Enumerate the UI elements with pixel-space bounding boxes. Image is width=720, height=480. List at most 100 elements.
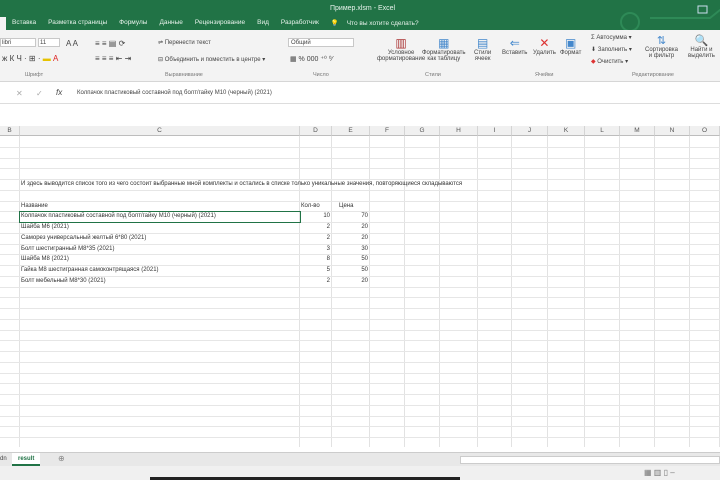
column-header-C[interactable]: C — [20, 126, 300, 136]
header-qty[interactable]: Кол-во — [301, 201, 320, 211]
item-qty-cell[interactable]: 3 — [300, 244, 330, 254]
sheet-tab-prev[interactable]: dn — [0, 456, 7, 462]
column-header-O[interactable]: O — [690, 126, 720, 136]
gridline — [0, 318, 720, 320]
gridline — [0, 372, 720, 374]
font-grow-icon[interactable]: A A — [66, 39, 78, 48]
column-header-B[interactable]: B — [0, 126, 20, 136]
gridline — [0, 297, 720, 299]
note-cell[interactable]: И здесь выводится список того из чего со… — [21, 179, 462, 189]
item-price-cell[interactable]: 70 — [332, 211, 368, 221]
column-header-L[interactable]: L — [585, 126, 620, 136]
column-header-K[interactable]: K — [548, 126, 585, 136]
gridline — [477, 136, 478, 447]
item-price-cell[interactable]: 30 — [332, 244, 368, 254]
gridline — [0, 146, 720, 148]
item-qty-cell[interactable]: 10 — [300, 211, 330, 221]
tab-insert[interactable]: Вставка — [6, 17, 42, 30]
item-price-cell[interactable]: 20 — [332, 276, 368, 286]
gridline — [689, 136, 690, 447]
tab-data[interactable]: Данные — [153, 17, 188, 30]
item-name-cell[interactable]: Шайба М8 (2021) — [21, 254, 69, 264]
header-price[interactable]: Цена — [339, 201, 353, 211]
merge-center-button[interactable]: ⊟ Объединить и поместить в центре ▾ — [158, 56, 265, 63]
group-styles-label: Стили — [425, 72, 441, 78]
cell-styles-button[interactable]: ▤ Стили ячеек — [474, 36, 491, 62]
font-name-select[interactable]: libri — [0, 38, 36, 47]
sort-filter-button[interactable]: ⇅ Сортировка и фильтр — [645, 34, 678, 59]
cancel-icon[interactable]: ✕ — [16, 89, 23, 98]
column-header-H[interactable]: H — [440, 126, 478, 136]
insert-cells-button[interactable]: ⇐ Вставить — [502, 36, 527, 56]
item-qty-cell[interactable]: 8 — [300, 254, 330, 264]
align-left-icons[interactable]: ≡ ≡ ≡ ⇤ ⇥ — [95, 54, 131, 63]
font-size-select[interactable]: 11 — [38, 38, 60, 47]
item-price-cell[interactable]: 50 — [332, 265, 368, 275]
wrap-text-button[interactable]: ⇌ Перенести текст — [158, 39, 211, 46]
gridline — [0, 404, 720, 406]
item-qty-cell[interactable]: 2 — [300, 233, 330, 243]
item-qty-cell[interactable]: 5 — [300, 265, 330, 275]
bold-italic-underline-icons[interactable]: ж К Ч · ⊞ · ▬ A — [2, 54, 58, 63]
spreadsheet-grid[interactable]: BCDEFGHIJKLMNO И здесь выводится список т… — [0, 126, 720, 447]
column-header-G[interactable]: G — [405, 126, 440, 136]
conditional-format-button[interactable]: ▥ Условное форматирование — [377, 36, 425, 62]
tab-page-layout[interactable]: Разметка страницы — [42, 17, 113, 30]
column-header-D[interactable]: D — [300, 126, 332, 136]
gridline — [0, 415, 720, 417]
column-header-F[interactable]: F — [370, 126, 405, 136]
gridline — [0, 168, 720, 170]
enter-icon[interactable]: ✓ — [36, 89, 43, 98]
gridline — [0, 286, 720, 288]
column-header-E[interactable]: E — [332, 126, 370, 136]
align-top-icons[interactable]: ≡ ≡ ▤ ⟳ — [95, 39, 125, 48]
window-title: Пример.xlsm - Excel — [330, 5, 396, 12]
item-price-cell[interactable]: 20 — [332, 222, 368, 232]
ribbon: libri 11 A A ж К Ч · ⊞ · ▬ A Шрифт ≡ ≡ ▤… — [0, 30, 720, 82]
item-price-cell[interactable]: 20 — [332, 233, 368, 243]
item-name-cell[interactable]: Гайка М8 шестигранная самоконтрящаяся (2… — [21, 265, 159, 275]
header-name[interactable]: Название — [21, 201, 48, 211]
group-number-label: Число — [313, 72, 329, 78]
format-as-table-button[interactable]: ▦ Форматировать как таблицу — [422, 36, 466, 62]
tab-formulas[interactable]: Формулы — [113, 17, 153, 30]
gridline — [0, 351, 720, 352]
tell-me-text: Что вы хотите сделать? — [346, 20, 419, 27]
item-price-cell[interactable]: 50 — [332, 254, 368, 264]
gridline — [19, 136, 20, 447]
gridline — [0, 437, 720, 438]
tab-view[interactable]: Вид — [251, 17, 275, 30]
item-qty-cell[interactable]: 2 — [300, 276, 330, 286]
format-cells-button[interactable]: ▣ Формат — [560, 36, 581, 56]
gridline — [0, 426, 720, 428]
group-cells-label: Ячейки — [535, 72, 554, 78]
item-name-cell[interactable]: Шайба М6 (2021) — [21, 222, 69, 232]
percent-icons[interactable]: ▦ % 000 ⁺⁰ ⁰⁄ — [290, 55, 333, 63]
sheet-tab-result[interactable]: result — [12, 453, 41, 466]
column-header-M[interactable]: M — [620, 126, 655, 136]
tell-me-search[interactable]: 💡 Что вы хотите сделать? — [325, 17, 431, 30]
tab-review[interactable]: Рецензирование — [189, 17, 251, 30]
view-mode-icons[interactable]: ▦ ▥ ▯ – — [644, 468, 675, 477]
column-header-I[interactable]: I — [478, 126, 512, 136]
item-qty-cell[interactable]: 2 — [300, 222, 330, 232]
delete-cells-button[interactable]: ✕ Удалить — [533, 36, 556, 56]
column-header-J[interactable]: J — [512, 126, 548, 136]
gridline — [0, 340, 720, 342]
tab-developer[interactable]: Разработчик — [275, 17, 325, 30]
column-header-N[interactable]: N — [655, 126, 690, 136]
add-sheet-icon[interactable]: ⊕ — [58, 454, 65, 463]
formula-input[interactable]: Колпачок пластиковый составной под болт/… — [77, 90, 272, 96]
number-format-select[interactable]: Общий — [288, 38, 354, 47]
autosum-button[interactable]: Σ Автосумма ▾ — [591, 34, 632, 41]
horizontal-scrollbar[interactable] — [460, 456, 720, 464]
fill-button[interactable]: ⬇ Заполнить ▾ — [591, 46, 632, 53]
item-name-cell[interactable]: Болт шестигранный М8*35 (2021) — [21, 244, 114, 254]
clear-button[interactable]: ◆ Очистить ▾ — [591, 58, 628, 65]
group-alignment-label: Выравнивание — [165, 72, 203, 78]
find-select-button[interactable]: 🔍 Найти и выделить — [688, 34, 715, 59]
item-name-cell[interactable]: Болт мебельный М8*30 (2021) — [21, 276, 106, 286]
item-name-cell[interactable]: Саморез универсальный желтый 6*80 (2021) — [21, 233, 146, 243]
gridline — [619, 136, 620, 447]
function-icon[interactable]: fx — [56, 88, 62, 97]
